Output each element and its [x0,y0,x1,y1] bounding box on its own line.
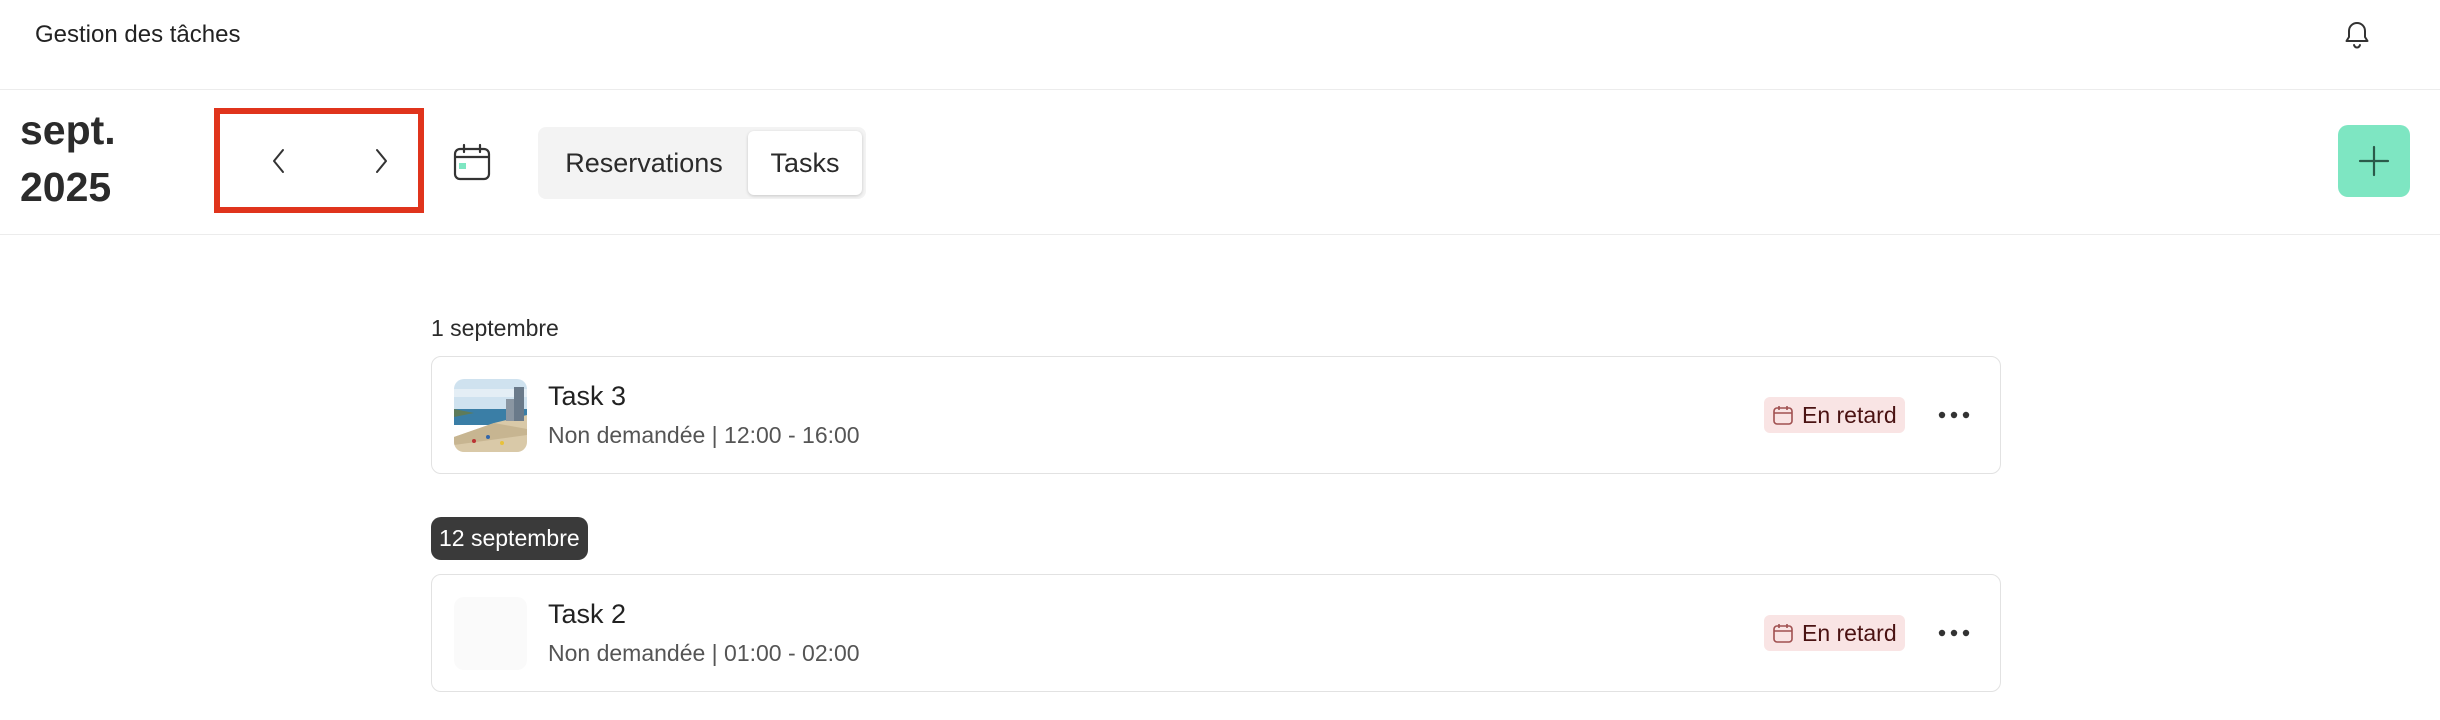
date-header-highlighted: 12 septembre [431,517,588,560]
month-navigation [214,108,424,213]
more-horizontal-icon [1938,411,1970,419]
app-title: Gestion des tâches [35,21,241,48]
calendar-icon [453,143,491,181]
tab-reservations[interactable]: Reservations [542,131,746,195]
date-picker-button[interactable] [450,140,494,184]
task-thumbnail [454,597,527,670]
task-details: Non demandée | 12:00 - 16:00 [548,422,860,448]
status-badge: En retard [1764,615,1905,651]
chevron-left-icon [273,149,284,173]
bell-icon[interactable] [2340,18,2374,52]
current-month: sept. 2025 [20,102,116,216]
more-options-button[interactable] [1932,613,1976,653]
status-badge: En retard [1764,397,1905,433]
more-horizontal-icon [1938,629,1970,637]
calendar-toolbar: sept. 2025 Reservations Tasks [0,90,2440,235]
next-month-button[interactable] [358,138,404,184]
task-details: Non demandée | 01:00 - 02:00 [548,640,860,666]
plus-icon [2358,145,2390,177]
year-label: 2025 [20,164,112,210]
add-task-button[interactable] [2338,125,2410,197]
calendar-icon [1773,624,1793,643]
previous-month-button[interactable] [256,138,302,184]
status-label: En retard [1802,619,1897,646]
status-label: En retard [1802,401,1897,428]
tab-tasks[interactable]: Tasks [748,131,862,195]
calendar-icon [1773,406,1793,425]
task-card[interactable]: Task 2 Non demandée | 01:00 - 02:00 En r… [431,574,2001,692]
task-title: Task 2 [548,599,627,629]
date-header: 1 septembre [431,315,559,341]
task-title: Task 3 [548,381,627,411]
view-switch: Reservations Tasks [538,127,866,199]
month-label: sept. [20,107,116,153]
top-bar: Gestion des tâches [0,0,2440,90]
task-thumbnail [454,379,527,452]
more-options-button[interactable] [1932,395,1976,435]
chevron-right-icon [376,149,387,173]
task-card[interactable]: Task 3 Non demandée | 12:00 - 16:00 En r… [431,356,2001,474]
